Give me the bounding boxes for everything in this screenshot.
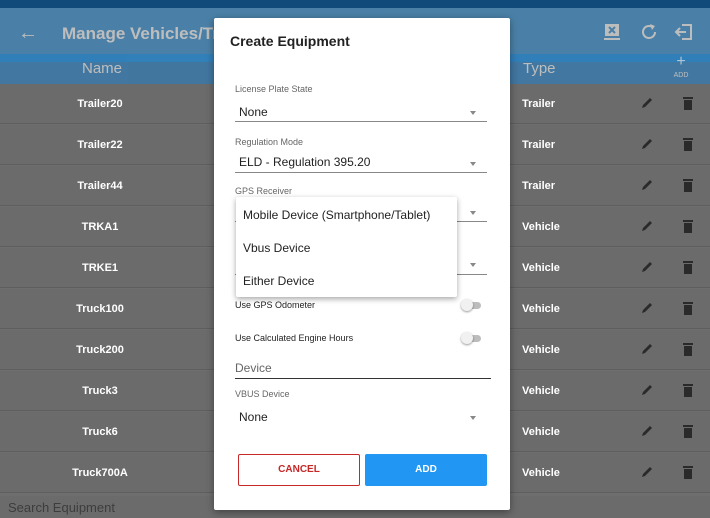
refresh-icon[interactable] (640, 22, 658, 48)
trash-icon[interactable] (683, 260, 693, 274)
trash-icon[interactable] (683, 137, 693, 151)
row-name: Trailer20 (77, 98, 123, 110)
regulation-mode-label: Regulation Mode (235, 137, 304, 147)
vbus-device-label: VBUS Device (235, 389, 290, 399)
row-type: Vehicle (522, 426, 560, 438)
row-name: TRKA1 (81, 221, 119, 233)
pencil-icon[interactable] (640, 383, 654, 397)
add-button[interactable]: ADD (365, 454, 487, 486)
vbus-device-select[interactable]: None (239, 410, 268, 424)
row-name: Truck700A (72, 467, 128, 479)
license-plate-state-label: License Plate State (235, 84, 313, 94)
pencil-icon[interactable] (640, 342, 654, 356)
chevron-down-icon[interactable] (470, 416, 476, 420)
row-type: Vehicle (522, 467, 560, 479)
toggle-thumb (461, 299, 473, 311)
trash-icon[interactable] (683, 424, 693, 438)
row-type: Trailer (522, 180, 556, 192)
chevron-down-icon[interactable] (470, 211, 476, 215)
row-type: Vehicle (522, 385, 560, 397)
row-type: Trailer (522, 139, 556, 151)
dropdown-option[interactable]: Either Device (243, 274, 314, 288)
row-type: Vehicle (522, 344, 560, 356)
divider (235, 172, 487, 173)
column-header-type: Type (523, 60, 556, 77)
row-type: Vehicle (522, 262, 560, 274)
arrow-left-icon[interactable]: ← (18, 22, 38, 45)
cancel-button[interactable]: CANCEL (238, 454, 360, 486)
toggle-thumb (461, 332, 473, 344)
row-type: Vehicle (522, 303, 560, 315)
gps-receiver-label: GPS Receiver (235, 186, 293, 196)
dropdown-option[interactable]: Vbus Device (243, 241, 310, 255)
dropdown-option[interactable]: Mobile Device (Smartphone/Tablet) (243, 208, 430, 222)
trash-icon[interactable] (683, 465, 693, 479)
search-input[interactable]: Search Equipment (8, 500, 115, 515)
dialog-title: Create Equipment (230, 33, 350, 49)
pencil-icon[interactable] (640, 260, 654, 274)
trash-icon[interactable] (683, 219, 693, 233)
add-label: ADD (673, 72, 689, 79)
pencil-icon[interactable] (640, 178, 654, 192)
gps-receiver-dropdown: Mobile Device (Smartphone/Tablet) Vbus D… (236, 197, 457, 297)
trash-icon[interactable] (683, 301, 693, 315)
license-plate-state-select[interactable]: None (239, 105, 268, 119)
trash-icon[interactable] (683, 96, 693, 110)
row-name: Truck3 (82, 385, 118, 397)
screen: ← Manage Vehicles/Trailers Name Type + A… (0, 0, 710, 518)
divider (235, 121, 487, 122)
use-calculated-engine-hours-toggle[interactable] (461, 332, 483, 344)
chevron-down-icon[interactable] (470, 162, 476, 166)
use-calculated-engine-hours-label: Use Calculated Engine Hours (235, 333, 354, 343)
export-icon[interactable] (603, 22, 621, 48)
pencil-icon[interactable] (640, 219, 654, 233)
pencil-icon[interactable] (640, 137, 654, 151)
regulation-mode-select[interactable]: ELD - Regulation 395.20 (239, 155, 370, 169)
use-gps-odometer-label: Use GPS Odometer (235, 300, 316, 310)
row-type: Vehicle (522, 221, 560, 233)
device-input[interactable]: Device (235, 361, 491, 379)
pencil-icon[interactable] (640, 424, 654, 438)
trash-icon[interactable] (683, 342, 693, 356)
use-gps-odometer-toggle[interactable] (461, 299, 483, 311)
row-name: Truck100 (76, 303, 124, 315)
row-name: Trailer44 (77, 180, 123, 192)
add-equipment-button[interactable]: + ADD (666, 53, 696, 80)
row-name: TRKE1 (81, 262, 119, 274)
row-name: Truck6 (82, 426, 118, 438)
trash-icon[interactable] (683, 178, 693, 192)
pencil-icon[interactable] (640, 301, 654, 315)
status-bar (0, 0, 710, 8)
row-type: Trailer (522, 98, 556, 110)
pencil-icon[interactable] (640, 96, 654, 110)
logout-icon[interactable] (674, 22, 694, 48)
trash-icon[interactable] (683, 383, 693, 397)
chevron-down-icon[interactable] (470, 263, 476, 267)
plus-icon: + (676, 53, 686, 70)
row-name: Trailer22 (77, 139, 123, 151)
row-name: Truck200 (76, 344, 124, 356)
pencil-icon[interactable] (640, 465, 654, 479)
chevron-down-icon[interactable] (470, 111, 476, 115)
column-header-name: Name (82, 60, 123, 77)
